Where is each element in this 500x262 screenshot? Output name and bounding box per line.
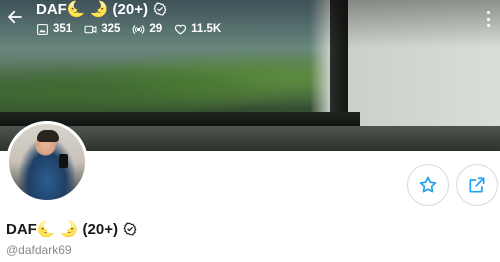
stat-videos: 325: [84, 23, 120, 36]
stat-likes: 11.5K: [174, 23, 221, 36]
more-vertical-icon: [486, 11, 490, 14]
stat-streams: 29: [132, 23, 162, 36]
more-vertical-icon-dot: [486, 24, 490, 27]
stat-videos-count: 325: [101, 23, 121, 35]
profile-name-row: DAF🌜 🌛 (20+): [6, 219, 137, 239]
stat-streams-count: 29: [149, 23, 163, 35]
verified-check-icon: [153, 2, 167, 16]
avatar-hair: [37, 130, 59, 142]
profile-handle: @dafdark69: [6, 243, 72, 257]
image-icon: [37, 23, 48, 35]
favorite-button[interactable]: [407, 164, 449, 206]
profile-name: DAF🌜 🌛 (20+): [6, 221, 118, 238]
broadcast-icon: [133, 24, 145, 34]
arrow-left-icon: [8, 10, 22, 24]
stat-photos-count: 351: [53, 23, 73, 35]
back-button[interactable]: [6, 8, 24, 26]
avatar-phone: [59, 154, 68, 168]
more-options-button[interactable]: [482, 9, 494, 29]
more-vertical-icon-dot: [486, 17, 490, 21]
header-bar: DAF🌜 🌛 (20+) 351 325 29 11.5K: [0, 0, 500, 48]
video-icon: [84, 25, 97, 33]
stat-likes-count: 11.5K: [191, 23, 222, 35]
stat-photos: 351: [36, 23, 72, 36]
header-stats: 351 325 29 11.5K: [36, 21, 221, 37]
avatar[interactable]: [6, 121, 88, 203]
verified-check-icon: [123, 222, 137, 236]
heart-icon: [175, 24, 187, 34]
header-title: DAF🌜 🌛 (20+): [36, 1, 148, 18]
share-icon: [469, 177, 485, 193]
star-icon: [419, 176, 437, 193]
share-button[interactable]: [456, 164, 498, 206]
header-title-row: DAF🌜 🌛 (20+): [36, 0, 167, 18]
